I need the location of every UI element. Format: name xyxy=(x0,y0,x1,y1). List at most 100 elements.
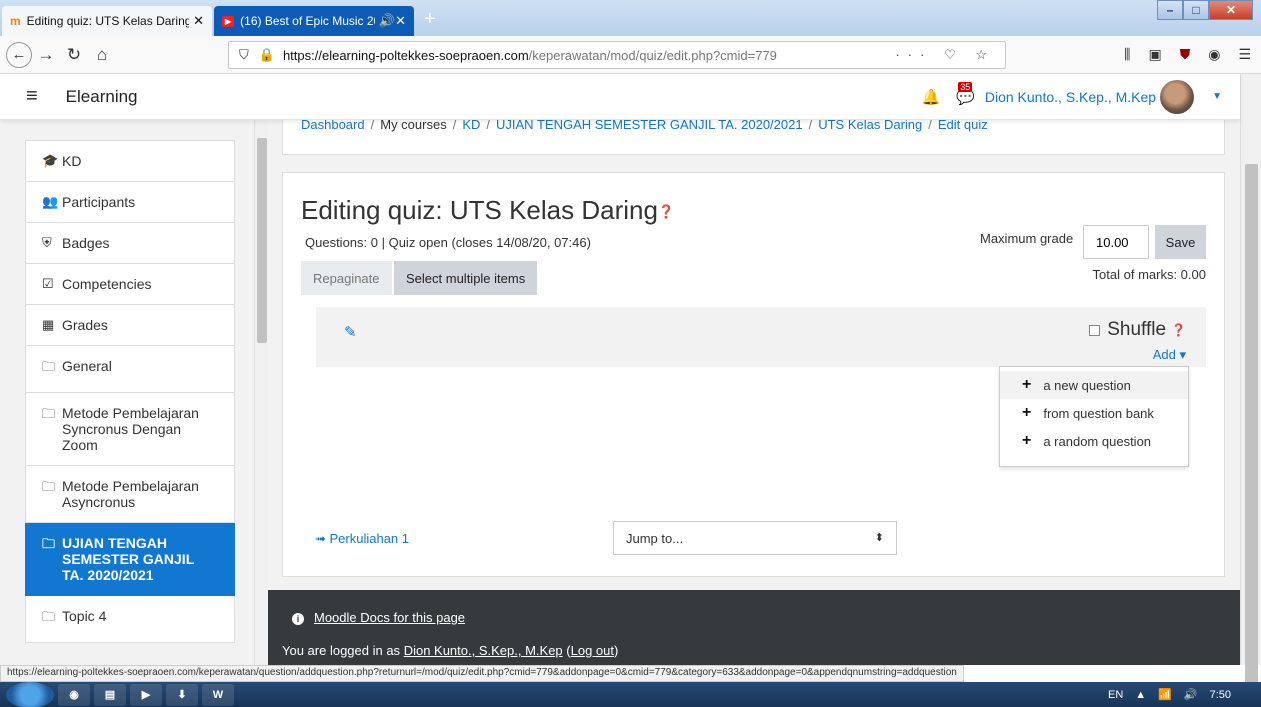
account-icon[interactable]: ◉ xyxy=(1208,46,1220,63)
drawer-item-grades[interactable]: ▦ Grades xyxy=(25,305,235,346)
breadcrumb-quiz[interactable]: UTS Kelas Daring xyxy=(818,120,922,132)
drawer-item-general[interactable]: 🗀 General xyxy=(25,346,235,393)
drawer-item-label: Metode Pembelajaran Syncronus Dengan Zoo… xyxy=(62,405,199,453)
moodle-docs-link[interactable]: Moodle Docs for this page xyxy=(314,610,465,625)
shield-icon[interactable]: ⛉ xyxy=(239,47,249,63)
chevron-down-icon[interactable]: ▼ xyxy=(1212,91,1222,102)
browser-tab-music[interactable]: ▶ (16) Best of Epic Music 2017 🔊✕ xyxy=(214,6,414,36)
page-scrollbar[interactable] xyxy=(1240,74,1261,694)
browser-tab-editing-quiz[interactable]: m Editing quiz: UTS Kelas Daring ✕ xyxy=(2,6,212,36)
new-tab-button[interactable]: + xyxy=(424,8,436,31)
tab-title: Editing quiz: UTS Kelas Daring xyxy=(26,14,190,28)
plus-icon: + xyxy=(1022,432,1032,449)
close-window-button[interactable]: ✕ xyxy=(1209,0,1253,20)
page-scroll-thumb[interactable] xyxy=(1245,164,1258,694)
drawer-item-badges[interactable]: ⛨ Badges xyxy=(25,223,235,264)
shield-icon: ⛨ xyxy=(42,235,52,250)
drawer-scrollbar[interactable] xyxy=(254,120,268,665)
drawer-item-asyncronus[interactable]: 🗀 Metode Pembelajaran Asyncronus xyxy=(25,466,235,523)
status-bar-url: https://elearning-poltekkes-soepraoen.co… xyxy=(0,665,964,682)
main-region: Dashboard / My courses / KD / UJIAN TENGAH SEM… xyxy=(268,120,1240,665)
drawer-item-label: Badges xyxy=(62,235,110,251)
lock-icon[interactable]: 🔒 xyxy=(259,47,275,63)
minimize-button[interactable]: – xyxy=(1157,0,1183,20)
plus-icon: + xyxy=(1022,376,1032,393)
page-actions-icons[interactable]: ··· ♡ ☆ xyxy=(895,47,995,63)
clock[interactable]: 7:50 xyxy=(1210,689,1231,701)
maximize-button[interactable]: □ xyxy=(1183,0,1209,20)
user-profile-link[interactable]: Dion Kunto., S.Kep., M.Kep xyxy=(404,643,563,658)
drawer-item-label: KD xyxy=(62,153,82,169)
bell-icon[interactable]: 🔔 xyxy=(922,88,941,106)
avatar[interactable] xyxy=(1160,79,1195,114)
site-name[interactable]: Elearning xyxy=(66,87,138,107)
browser-nav-bar: ← → ↻ ⌂ ⛉ 🔒 https://elearning-poltekkes-… xyxy=(0,36,1261,74)
max-grade-input[interactable] xyxy=(1083,225,1149,259)
add-dropdown[interactable]: Add ▾ xyxy=(1153,347,1186,363)
drawer-item-topic-4[interactable]: 🗀 Topic 4 xyxy=(25,596,235,643)
table-icon: ▦ xyxy=(42,317,55,332)
user-name[interactable]: Dion Kunto., S.Kep., M.Kep xyxy=(985,89,1156,105)
users-icon: 👥 xyxy=(42,194,59,209)
section-header: ✎ Shuffle ❓ Add ▾ xyxy=(316,307,1206,367)
save-button[interactable]: Save xyxy=(1155,225,1206,259)
close-tab-icon[interactable]: ✕ xyxy=(193,13,204,29)
network-icon[interactable]: 📶 xyxy=(1158,688,1172,701)
drawer-item-kd[interactable]: 🎓 KD xyxy=(25,140,235,182)
breadcrumb-kd[interactable]: KD xyxy=(462,120,480,132)
menu-icon[interactable]: ☰ xyxy=(1238,46,1251,63)
drawer-scroll-thumb[interactable] xyxy=(257,138,267,343)
breadcrumb-dashboard[interactable]: Dashboard xyxy=(301,120,365,132)
pencil-icon[interactable]: ✎ xyxy=(344,323,357,341)
tray-arrow-icon[interactable]: ▲ xyxy=(1135,689,1146,701)
total-marks: Total of marks: 0.00 xyxy=(1092,267,1206,282)
media-player-icon[interactable]: ▶ xyxy=(130,683,162,706)
menu-item-random-question[interactable]: + a random question xyxy=(1000,427,1188,455)
shuffle-control: Shuffle ❓ xyxy=(1089,319,1186,341)
select-arrows-icon: ⬍ xyxy=(874,532,884,544)
drawer-item-syncronus[interactable]: 🗀 Metode Pembelajaran Syncronus Dengan Z… xyxy=(25,393,235,466)
youtube-icon: ▶ xyxy=(222,15,235,27)
back-arrow-icon[interactable]: ← xyxy=(6,41,32,68)
forward-arrow-icon[interactable]: → xyxy=(32,45,60,65)
breadcrumb-edit-quiz[interactable]: Edit quiz xyxy=(938,120,988,132)
hamburger-menu-icon[interactable]: ≡ xyxy=(26,85,38,108)
messages-icon[interactable]: 💬 35 xyxy=(956,81,975,106)
drawer-item-participants[interactable]: 👥 Participants xyxy=(25,182,235,223)
url-bar[interactable]: ⛉ 🔒 https://elearning-poltekkes-soepraoe… xyxy=(228,41,1006,69)
speaker-icon[interactable]: 🔊✕ xyxy=(379,13,406,29)
repaginate-button[interactable]: Repaginate xyxy=(301,261,392,295)
prev-activity-link[interactable]: ➟ Perkuliahan 1 xyxy=(315,531,409,547)
explorer-icon[interactable]: ▤ xyxy=(94,683,126,706)
jump-to-select[interactable]: Jump to... ⬍ xyxy=(613,521,897,555)
firefox-icon[interactable]: ◉ xyxy=(58,683,90,706)
max-grade-label: Maximum grade xyxy=(980,231,1074,246)
home-icon[interactable]: ⌂ xyxy=(88,45,116,65)
menu-item-new-question[interactable]: + a new question xyxy=(1000,371,1188,399)
browser-tab-bar: m Editing quiz: UTS Kelas Daring ✕ ▶ (16… xyxy=(0,0,1261,36)
shuffle-label: Shuffle xyxy=(1107,319,1167,340)
language-indicator[interactable]: EN xyxy=(1108,689,1123,701)
volume-icon[interactable]: 🔊 xyxy=(1184,688,1198,701)
word-icon[interactable]: W xyxy=(202,683,234,706)
folder-icon: 🗀 xyxy=(42,406,56,421)
help-icon[interactable]: ❓ xyxy=(1171,323,1186,337)
ublock-icon[interactable]: ⛊ xyxy=(1180,46,1191,63)
drawer-item-competencies[interactable]: ☑ Competencies xyxy=(25,264,235,305)
help-icon[interactable]: ❓ xyxy=(658,204,674,219)
breadcrumb-section[interactable]: UJIAN TENGAH SEMESTER GANJIL TA. 2020/20… xyxy=(496,120,803,132)
menu-item-question-bank[interactable]: + from question bank xyxy=(1000,399,1188,427)
reload-icon[interactable]: ↻ xyxy=(60,45,88,65)
logout-link[interactable]: Log out xyxy=(571,643,614,658)
drawer-item-label: Grades xyxy=(62,317,108,333)
shuffle-checkbox[interactable] xyxy=(1089,324,1101,336)
start-button[interactable] xyxy=(6,681,54,707)
folder-icon: 🗀 xyxy=(42,479,56,494)
drawer-item-uts[interactable]: 🗀 UJIAN TENGAH SEMESTER GANJIL TA. 2020/… xyxy=(25,523,235,596)
download-icon[interactable]: ⬇ xyxy=(166,683,198,706)
library-icon[interactable]: ⫼ xyxy=(1124,46,1130,63)
sidebar-icon[interactable]: ▣ xyxy=(1148,46,1161,63)
url-host: https://elearning-poltekkes-soepraoen.co… xyxy=(282,47,529,63)
select-multiple-button[interactable]: Select multiple items xyxy=(394,261,538,295)
quiz-info: Questions: 0 | Quiz open (closes 14/08/2… xyxy=(305,235,591,250)
